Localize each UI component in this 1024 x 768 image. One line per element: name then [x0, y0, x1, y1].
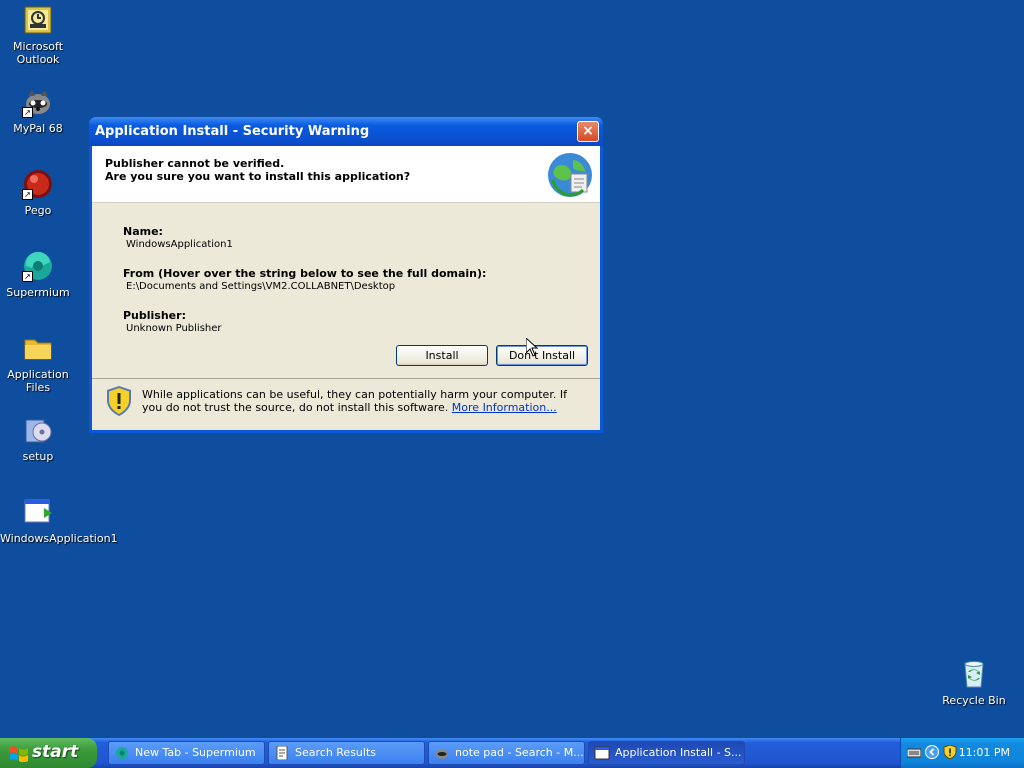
desktop-icon-label: Microsoft Outlook [12, 40, 64, 66]
desktop-icon-application-files[interactable]: Application Files [0, 332, 76, 394]
setup-icon [22, 414, 54, 446]
clock[interactable]: 11:01 PM [959, 746, 1010, 759]
desktop-icon-pego[interactable]: ↗ Pego [0, 168, 76, 217]
header-line-2: Are you sure you want to install this ap… [105, 170, 411, 183]
desktop-icon-label: WindowsApplication1 [0, 532, 118, 545]
start-label: start [32, 742, 79, 762]
outlook-icon [22, 4, 54, 36]
publisher-value: Unknown Publisher [126, 323, 222, 334]
name-label: Name: [123, 225, 163, 238]
dialog-titlebar[interactable]: Application Install - Security Warning × [89, 117, 603, 146]
dialog-header: Publisher cannot be verified. Are you su… [92, 146, 600, 203]
mouse-cursor-icon [526, 338, 538, 357]
desktop-icon-outlook[interactable]: Microsoft Outlook [0, 4, 76, 66]
desktop-icon-label: Supermium [6, 286, 70, 299]
desktop-icon-mypal[interactable]: ↗ MyPal 68 [0, 86, 76, 135]
taskbar-button-search-results[interactable]: Search Results [268, 741, 425, 765]
mypal-icon: ↗ [22, 86, 54, 118]
desktop-icon-setup[interactable]: setup [0, 414, 76, 463]
mypal-icon [436, 749, 448, 759]
name-value: WindowsApplication1 [126, 239, 233, 250]
pego-icon: ↗ [22, 168, 54, 200]
from-label: From (Hover over the string below to see… [123, 267, 487, 280]
taskbar-button-label: note pad - Search - M... [455, 746, 584, 759]
install-globe-icon [548, 153, 592, 197]
window-icon [594, 746, 610, 760]
desktop-icon-supermium[interactable]: ↗ Supermium [0, 250, 76, 299]
taskbar-button-note-pad-search[interactable]: note pad - Search - M... [428, 741, 585, 765]
shortcut-arrow-icon: ↗ [22, 107, 33, 118]
start-button[interactable]: start [0, 738, 97, 768]
dialog-title: Application Install - Security Warning [95, 124, 370, 139]
taskbar-button-label: Application Install - S... [615, 746, 742, 759]
desktop-icon-label: Application Files [7, 368, 69, 394]
folder-icon [22, 332, 54, 364]
header-line-1: Publisher cannot be verified. [105, 157, 285, 170]
publisher-label: Publisher: [123, 309, 186, 322]
document-icon [276, 746, 288, 760]
dont-install-button[interactable]: Don't Install [496, 345, 588, 366]
more-information-link[interactable]: More Information... [452, 401, 557, 414]
application-icon [22, 496, 54, 528]
warning-area: While applications can be useful, they c… [92, 378, 600, 430]
install-button[interactable]: Install [396, 345, 488, 366]
chevron-left-icon[interactable] [925, 745, 939, 759]
taskbar: start New Tab - Supermium Search Results… [0, 738, 1024, 768]
desktop-icon-label: Pego [24, 204, 52, 217]
desktop-icon-label: setup [22, 450, 54, 463]
security-warning-dialog: Application Install - Security Warning ×… [89, 117, 603, 433]
desktop-icon-windowsapplication1[interactable]: WindowsApplication1 [0, 496, 118, 545]
from-value[interactable]: E:\Documents and Settings\VM2.COLLABNET\… [126, 281, 395, 292]
keyboard-icon[interactable] [907, 745, 921, 759]
taskbar-button-label: New Tab - Supermium [135, 746, 256, 759]
close-icon: × [582, 123, 594, 139]
warning-message: While applications can be useful, they c… [142, 388, 587, 414]
shield-warning-icon [107, 386, 131, 416]
security-shield-icon[interactable] [943, 745, 957, 759]
taskbar-button-label: Search Results [295, 746, 377, 759]
taskbar-button-supermium[interactable]: New Tab - Supermium [108, 741, 265, 765]
shortcut-arrow-icon: ↗ [22, 271, 33, 282]
desktop-icon-label: MyPal 68 [13, 122, 63, 135]
windows-logo-icon [10, 746, 28, 762]
close-button[interactable]: × [577, 121, 599, 142]
supermium-icon [116, 747, 128, 759]
desktop-icon-recycle-bin[interactable]: Recycle Bin [936, 658, 1012, 707]
recycle-bin-icon [958, 658, 990, 690]
supermium-icon: ↗ [22, 250, 54, 282]
system-tray: 11:01 PM [900, 738, 1024, 768]
taskbar-button-application-install[interactable]: Application Install - S... [588, 741, 745, 765]
desktop-icon-label: Recycle Bin [942, 694, 1006, 707]
shortcut-arrow-icon: ↗ [22, 189, 33, 200]
